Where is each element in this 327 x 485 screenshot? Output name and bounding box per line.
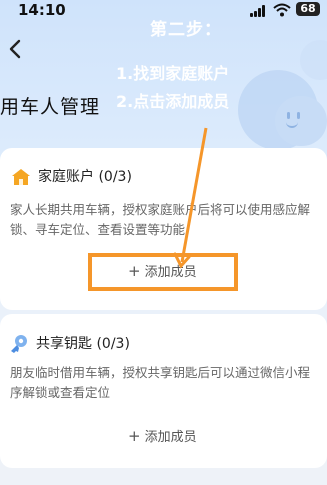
shared-add-member-button[interactable]: + 添加成员 <box>128 426 197 445</box>
home-icon <box>12 169 30 185</box>
back-chevron-icon[interactable] <box>6 36 26 62</box>
family-account-title: 家庭账户 (0/3) <box>38 169 132 185</box>
annotation-highlight-box <box>88 253 238 291</box>
battery-indicator: 68 <box>296 2 320 16</box>
shared-key-card: 共享钥匙 (0/3) 朋友临时借用车辆，授权共享钥匙后可以通过微信小程序解锁或查… <box>0 314 327 468</box>
key-icon <box>11 335 27 353</box>
mascot-face-icon <box>275 96 327 146</box>
annotation-instruction-2: 2.点击添加成员 <box>116 92 230 111</box>
shared-key-description: 朋友临时借用车辆，授权共享钥匙后可以通过微信小程序解锁或查看定位 <box>10 365 311 400</box>
shared-add-member-label: 添加成员 <box>144 430 197 445</box>
family-account-description: 家人长期共用车辆，授权家庭账户后将可以使用感应解锁、寻车定位、查看设置等功能 <box>10 202 311 237</box>
status-time: 14:10 <box>18 1 66 19</box>
shared-key-title: 共享钥匙 (0/3) <box>36 336 130 352</box>
page-title: 用车人管理 <box>0 96 101 118</box>
annotation-step-label: 第二步： <box>150 20 222 40</box>
signal-icon <box>250 5 268 17</box>
header-decoration-bubble-small <box>300 40 327 80</box>
wifi-icon <box>273 3 291 17</box>
annotation-instruction-1: 1.找到家庭账户 <box>116 64 230 83</box>
plus-icon: + <box>128 427 141 445</box>
